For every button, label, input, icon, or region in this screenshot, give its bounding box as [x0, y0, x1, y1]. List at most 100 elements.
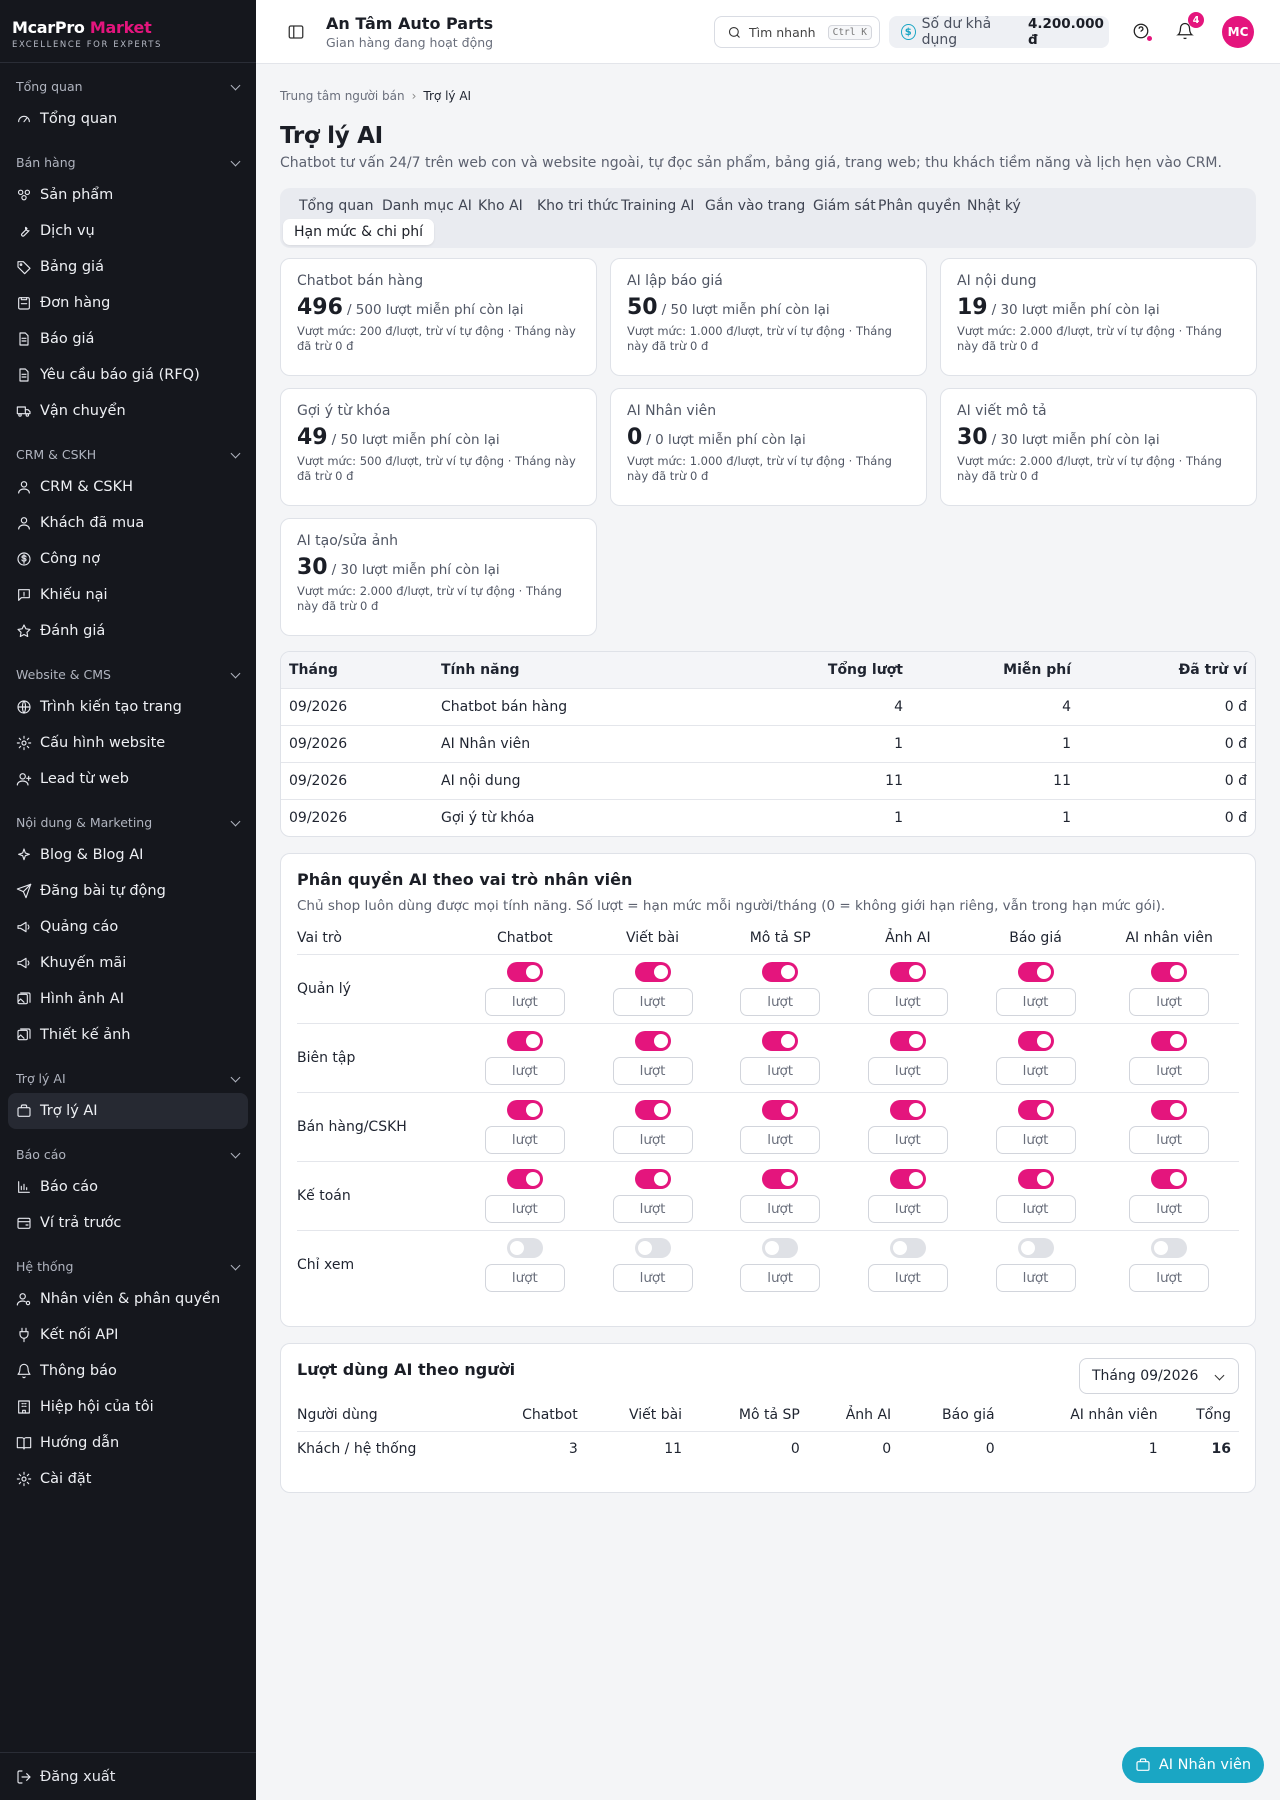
- tab-kho-ai[interactable]: Kho AI: [467, 193, 534, 219]
- sidebar-item-blog-blog-ai[interactable]: Blog & Blog AI: [8, 837, 248, 873]
- quota-input[interactable]: lượt: [740, 1056, 821, 1085]
- sidebar-group-header[interactable]: Bán hàng: [0, 147, 256, 177]
- sidebar-item-khuyen-mai[interactable]: Khuyến mãi: [8, 945, 248, 981]
- quota-input[interactable]: lượt: [612, 987, 693, 1016]
- quota-input[interactable]: lượt: [995, 987, 1076, 1016]
- feature-toggle[interactable]: [1151, 1030, 1188, 1051]
- sidebar-item-khieu-nai[interactable]: Khiếu nại: [8, 577, 248, 613]
- feature-toggle[interactable]: [1151, 961, 1188, 982]
- feature-toggle[interactable]: [889, 961, 926, 982]
- sidebar-group-header[interactable]: Website & CMS: [0, 659, 256, 689]
- feature-toggle[interactable]: [634, 1237, 671, 1258]
- sidebar-item-tong-quan[interactable]: Tổng quan: [8, 101, 248, 137]
- feature-toggle[interactable]: [1151, 1168, 1188, 1189]
- sidebar-item-don-hang[interactable]: Đơn hàng: [8, 285, 248, 321]
- sidebar-item-cong-no[interactable]: Công nợ: [8, 541, 248, 577]
- quota-input[interactable]: lượt: [867, 1263, 948, 1292]
- feature-toggle[interactable]: [634, 1030, 671, 1051]
- sidebar-item-nhan-vien-phan-quyen[interactable]: Nhân viên & phân quyền: [8, 1281, 248, 1317]
- feature-toggle[interactable]: [1017, 1030, 1054, 1051]
- sidebar-group-header[interactable]: Báo cáo: [0, 1139, 256, 1169]
- quota-input[interactable]: lượt: [867, 1125, 948, 1154]
- feature-toggle[interactable]: [762, 1030, 799, 1051]
- quota-input[interactable]: lượt: [484, 1194, 565, 1223]
- feature-toggle[interactable]: [889, 1168, 926, 1189]
- sidebar-toggle-icon[interactable]: [286, 22, 306, 42]
- quota-input[interactable]: lượt: [740, 987, 821, 1016]
- sidebar-item-dich-vu[interactable]: Dịch vụ: [8, 213, 248, 249]
- notifications-button[interactable]: 4: [1176, 12, 1204, 42]
- sidebar-item-bang-gia[interactable]: Bảng giá: [8, 249, 248, 285]
- tab-han-muc-chi-phi[interactable]: Hạn mức & chi phí: [283, 219, 435, 245]
- feature-toggle[interactable]: [1017, 1099, 1054, 1120]
- feature-toggle[interactable]: [762, 1099, 799, 1120]
- feature-toggle[interactable]: [762, 961, 799, 982]
- quota-input[interactable]: lượt: [867, 1056, 948, 1085]
- quota-input[interactable]: lượt: [740, 1263, 821, 1292]
- sidebar-item-trinh-kien-tao-trang[interactable]: Trình kiến tạo trang: [8, 689, 248, 725]
- feature-toggle[interactable]: [889, 1099, 926, 1120]
- sidebar-item-hinh-anh-ai[interactable]: Hình ảnh AI: [8, 981, 248, 1017]
- sidebar-item-quang-cao[interactable]: Quảng cáo: [8, 909, 248, 945]
- quota-input[interactable]: lượt: [740, 1194, 821, 1223]
- quota-input[interactable]: lượt: [867, 1194, 948, 1223]
- quota-input[interactable]: lượt: [612, 1194, 693, 1223]
- quota-input[interactable]: lượt: [1129, 987, 1210, 1016]
- month-select[interactable]: Tháng 09/2026: [1079, 1358, 1239, 1394]
- feature-toggle[interactable]: [1151, 1099, 1188, 1120]
- sidebar-item-huong-dan[interactable]: Hướng dẫn: [8, 1425, 248, 1461]
- feature-toggle[interactable]: [506, 1168, 543, 1189]
- sidebar-item-vi-tra-truoc[interactable]: Ví trả trước: [8, 1205, 248, 1241]
- tab-training-ai[interactable]: Training AI: [610, 193, 705, 219]
- feature-toggle[interactable]: [889, 1237, 926, 1258]
- feature-toggle[interactable]: [1017, 1237, 1054, 1258]
- quota-input[interactable]: lượt: [1129, 1194, 1210, 1223]
- sidebar-item-ket-noi-api[interactable]: Kết nối API: [8, 1317, 248, 1353]
- quota-input[interactable]: lượt: [612, 1125, 693, 1154]
- sidebar-item-yeu-cau-bao-gia-rfq[interactable]: Yêu cầu báo giá (RFQ): [8, 357, 248, 393]
- feature-toggle[interactable]: [762, 1237, 799, 1258]
- tab-gan-vao-trang[interactable]: Gắn vào trang: [694, 193, 816, 219]
- quota-input[interactable]: lượt: [1129, 1125, 1210, 1154]
- quota-input[interactable]: lượt: [484, 1056, 565, 1085]
- feature-toggle[interactable]: [762, 1168, 799, 1189]
- tab-nhat-ky[interactable]: Nhật ký: [956, 193, 1032, 219]
- sidebar-item-thiet-ke-anh[interactable]: Thiết kế ảnh: [8, 1017, 248, 1053]
- sidebar-item-crm-cskh[interactable]: CRM & CSKH: [8, 469, 248, 505]
- sidebar-item-dang-bai-tu-dong[interactable]: Đăng bài tự động: [8, 873, 248, 909]
- feature-toggle[interactable]: [506, 1099, 543, 1120]
- feature-toggle[interactable]: [1151, 1237, 1188, 1258]
- sidebar-item-khach-da-mua[interactable]: Khách đã mua: [8, 505, 248, 541]
- feature-toggle[interactable]: [634, 961, 671, 982]
- quota-input[interactable]: lượt: [867, 987, 948, 1016]
- quota-input[interactable]: lượt: [484, 1263, 565, 1292]
- breadcrumb-root[interactable]: Trung tâm người bán: [280, 89, 405, 103]
- quota-input[interactable]: lượt: [995, 1194, 1076, 1223]
- feature-toggle[interactable]: [1017, 961, 1054, 982]
- quota-input[interactable]: lượt: [484, 987, 565, 1016]
- quota-input[interactable]: lượt: [995, 1263, 1076, 1292]
- sidebar-group-header[interactable]: Nội dung & Marketing: [0, 807, 256, 837]
- sidebar-group-header[interactable]: Hệ thống: [0, 1251, 256, 1281]
- sidebar-item-van-chuyen[interactable]: Vận chuyển: [8, 393, 248, 429]
- sidebar-item-cai-dat[interactable]: Cài đặt: [8, 1461, 248, 1497]
- quota-input[interactable]: lượt: [995, 1125, 1076, 1154]
- sidebar-item-lead-tu-web[interactable]: Lead từ web: [8, 761, 248, 797]
- quota-input[interactable]: lượt: [740, 1125, 821, 1154]
- quick-search-button[interactable]: Tìm nhanh Ctrl K: [714, 16, 880, 48]
- feature-toggle[interactable]: [506, 961, 543, 982]
- sidebar-group-header[interactable]: CRM & CSKH: [0, 439, 256, 469]
- sidebar-item-cau-hinh-website[interactable]: Cấu hình website: [8, 725, 248, 761]
- sidebar-group-header[interactable]: Trợ lý AI: [0, 1063, 256, 1093]
- sidebar-item-bao-cao[interactable]: Báo cáo: [8, 1169, 248, 1205]
- quota-input[interactable]: lượt: [612, 1056, 693, 1085]
- brand-logo[interactable]: McarPro Market EXCELLENCE FOR EXPERTS: [0, 0, 256, 63]
- quota-input[interactable]: lượt: [612, 1263, 693, 1292]
- sidebar-item-danh-gia[interactable]: Đánh giá: [8, 613, 248, 649]
- sidebar-item-bao-gia[interactable]: Báo giá: [8, 321, 248, 357]
- sidebar-item-thong-bao[interactable]: Thông báo: [8, 1353, 248, 1389]
- sidebar-item-san-pham[interactable]: Sản phẩm: [8, 177, 248, 213]
- feature-toggle[interactable]: [506, 1237, 543, 1258]
- quota-input[interactable]: lượt: [1129, 1056, 1210, 1085]
- help-button[interactable]: [1132, 22, 1152, 42]
